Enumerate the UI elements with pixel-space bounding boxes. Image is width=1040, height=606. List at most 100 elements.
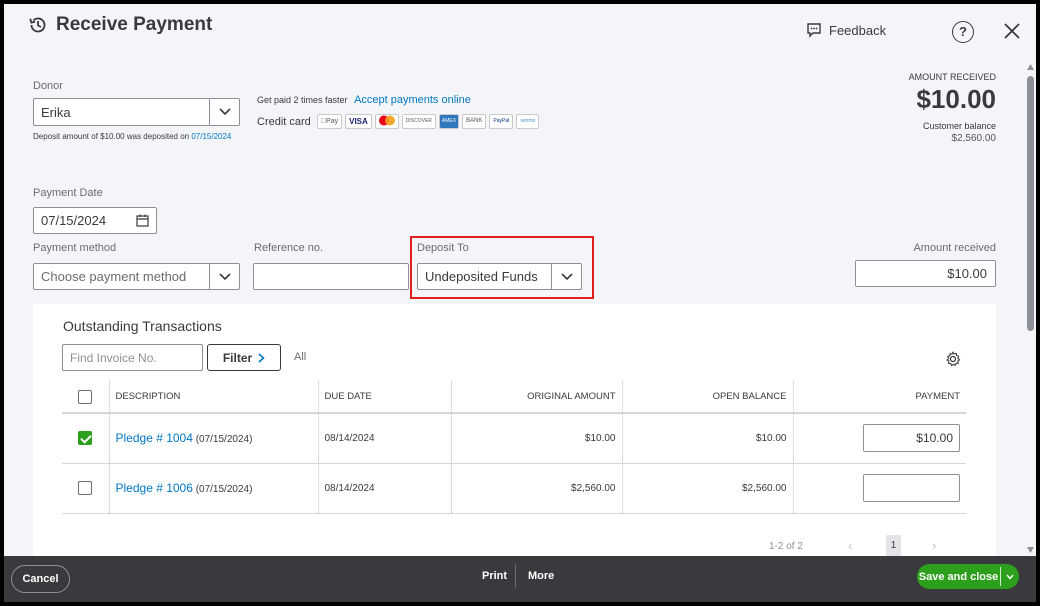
scrollbar[interactable] [1025, 64, 1036, 556]
row-checkbox[interactable] [78, 481, 93, 495]
amount-summary: AMOUNT RECEIVED $10.00 Customer balance … [909, 72, 996, 144]
deposit-date-link[interactable]: 07/15/2024 [191, 132, 231, 141]
table-row: Pledge # 1006 (07/15/2024) 08/14/2024 $2… [62, 463, 966, 514]
chevron-down-icon[interactable] [209, 264, 239, 289]
pagination-page[interactable]: 1 [886, 535, 901, 556]
paypal-icon: PayPal [489, 114, 514, 129]
donor-select[interactable]: Erika [33, 98, 240, 126]
calendar-icon[interactable] [136, 214, 149, 227]
payment-method-placeholder: Choose payment method [41, 269, 187, 284]
col-due-date[interactable]: DUE DATE [318, 381, 452, 414]
col-description[interactable]: DESCRIPTION [109, 381, 319, 414]
visa-icon: VISA [345, 114, 372, 129]
pagination-prev[interactable]: ‹ [848, 538, 852, 553]
help-icon[interactable]: ? [952, 21, 974, 43]
get-paid-text: Get paid 2 times faster [257, 95, 348, 105]
payment-date-input[interactable]: 07/15/2024 [33, 207, 157, 234]
pagination-range: 1-2 of 2 [769, 541, 803, 552]
outstanding-title: Outstanding Transactions [63, 318, 222, 334]
amount-received-value: $10.00 [947, 266, 987, 281]
credit-card-row: Credit card Pay VISA DISCOVER AMEX BANK… [257, 114, 542, 129]
original-amount-cell: $2,560.00 [451, 463, 623, 514]
select-all-cell [62, 381, 110, 414]
due-date-cell: 08/14/2024 [318, 413, 452, 464]
page-title: Receive Payment [28, 14, 212, 36]
payment-method-select[interactable]: Choose payment method [33, 263, 240, 290]
amex-icon: AMEX [438, 114, 460, 129]
credit-card-label: Credit card [257, 115, 311, 128]
apple-pay-icon: Pay [316, 114, 343, 129]
table-header-row: DESCRIPTION DUE DATE ORIGINAL AMOUNT OPE… [62, 381, 966, 414]
customer-balance-label: Customer balance [922, 121, 996, 131]
chevron-right-icon [258, 352, 265, 363]
more-button[interactable]: More [528, 570, 554, 582]
payment-input[interactable] [863, 474, 960, 502]
filter-button[interactable]: Filter [207, 344, 281, 371]
venmo-icon: venmo [516, 114, 540, 129]
footer-bar: Cancel Print More Save and close [4, 556, 1036, 602]
payment-input[interactable]: $10.00 [863, 424, 960, 453]
open-balance-cell: $2,560.00 [622, 463, 794, 514]
amount-received-header: AMOUNT RECEIVED [908, 72, 996, 82]
col-payment[interactable]: PAYMENT [793, 381, 966, 414]
close-icon[interactable] [1000, 19, 1024, 43]
discover-icon: DISCOVER [401, 114, 436, 129]
feedback-icon [807, 23, 821, 38]
deposit-to-select[interactable]: Undeposited Funds [417, 263, 582, 290]
donor-label: Donor [33, 80, 63, 92]
chevron-down-icon[interactable] [1006, 574, 1014, 580]
find-invoice-input[interactable]: Find Invoice No. [62, 344, 203, 371]
online-payments-promo: Get paid 2 times faster Accept payments … [257, 94, 471, 106]
gear-icon[interactable] [945, 351, 961, 367]
outstanding-transactions-panel: Outstanding Transactions Find Invoice No… [33, 304, 996, 564]
save-label: Save and close [918, 570, 999, 583]
donor-value: Erika [41, 104, 71, 120]
payment-method-label: Payment method [33, 242, 117, 254]
filter-label: Filter [222, 350, 253, 365]
select-all-checkbox[interactable] [78, 389, 93, 404]
reference-input[interactable] [253, 263, 409, 290]
chevron-down-icon[interactable] [209, 99, 239, 125]
pledge-link[interactable]: Pledge # 1006 [116, 481, 193, 495]
transactions-table: DESCRIPTION DUE DATE ORIGINAL AMOUNT OPE… [62, 381, 966, 514]
scroll-down-icon[interactable] [1027, 547, 1034, 553]
history-icon [29, 17, 46, 33]
mastercard-icon [374, 114, 399, 129]
pledge-date: (07/15/2024) [195, 434, 253, 446]
payment-date-value: 07/15/2024 [41, 213, 107, 228]
due-date-cell: 08/14/2024 [318, 463, 452, 514]
filter-all-label: All [294, 351, 307, 363]
page-title-text: Receive Payment [56, 14, 213, 35]
amount-received-label: Amount received [913, 242, 996, 254]
original-amount-cell: $10.00 [451, 413, 623, 464]
print-button[interactable]: Print [482, 570, 507, 582]
amount-received-total: $10.00 [916, 84, 996, 114]
chevron-down-icon[interactable] [551, 264, 581, 289]
col-open-balance[interactable]: OPEN BALANCE [622, 381, 794, 414]
col-original-amount[interactable]: ORIGINAL AMOUNT [451, 381, 623, 414]
save-divider [1000, 567, 1001, 586]
accept-payments-link[interactable]: Accept payments online [354, 94, 471, 106]
pagination-next[interactable]: › [932, 538, 936, 553]
receive-payment-window: Receive Payment Feedback ? Donor Erika D… [4, 4, 1036, 602]
deposit-to-label: Deposit To [417, 242, 469, 254]
deposit-note-text: Deposit amount of $10.00 was deposited o… [33, 132, 190, 141]
customer-balance-value: $2,560.00 [951, 133, 997, 144]
scrollbar-thumb[interactable] [1027, 76, 1034, 331]
save-and-close-button[interactable]: Save and close [917, 564, 1019, 589]
deposit-to-value: Undeposited Funds [425, 269, 538, 284]
cancel-button[interactable]: Cancel [11, 565, 70, 593]
bank-icon: BANK [462, 114, 487, 129]
footer-divider [515, 564, 516, 588]
pledge-link[interactable]: Pledge # 1004 [116, 431, 193, 445]
feedback-button[interactable]: Feedback [806, 22, 886, 38]
feedback-label: Feedback [829, 22, 887, 38]
row-checkbox[interactable] [78, 431, 93, 446]
deposit-note: Deposit amount of $10.00 was deposited o… [33, 132, 231, 141]
payment-date-label: Payment Date [33, 187, 103, 199]
find-invoice-placeholder: Find Invoice No. [70, 350, 157, 365]
amount-received-input[interactable]: $10.00 [855, 260, 996, 287]
scroll-up-icon[interactable] [1027, 64, 1034, 70]
reference-label: Reference no. [254, 242, 324, 254]
pledge-date: (07/15/2024) [195, 484, 253, 495]
